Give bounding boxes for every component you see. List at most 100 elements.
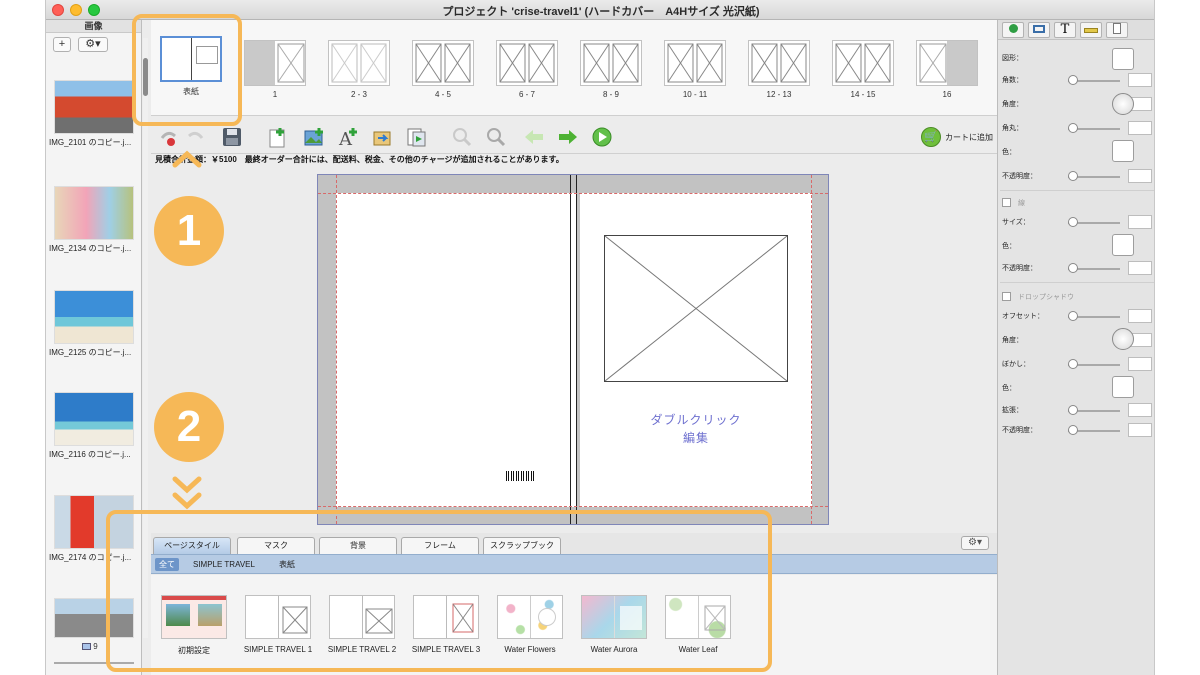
- new-page-icon[interactable]: [267, 126, 289, 148]
- app-window: プロジェクト 'crise-travel1' (ハードカバー A4Hサイズ 光沢…: [45, 0, 1155, 675]
- page-thumb[interactable]: 6 - 7: [491, 40, 563, 110]
- image-item[interactable]: IMG_2134 のコピー.j...: [49, 186, 139, 254]
- undo-icon[interactable]: [157, 126, 179, 148]
- image-item[interactable]: IMG_2101 のコピー.j...: [49, 80, 139, 148]
- page-thumb-cover[interactable]: 表紙: [155, 36, 227, 106]
- filter-all[interactable]: 全て: [155, 558, 179, 571]
- add-image-button[interactable]: +: [53, 37, 71, 52]
- style-item[interactable]: 初期設定: [153, 595, 235, 656]
- page-style-list: 初期設定 SIMPLE TRAVEL 1 SIMPLE TRAVEL 2 SIM…: [151, 575, 997, 675]
- offset-slider-knob[interactable]: [1068, 311, 1078, 321]
- image-gear-button[interactable]: ⚙▾: [78, 37, 108, 52]
- tab-scrapbook[interactable]: スクラップブック: [483, 537, 561, 554]
- tab-background[interactable]: 背景: [319, 537, 397, 554]
- image-count: 9: [82, 642, 98, 651]
- opacity-row: 不透明度：: [1002, 168, 1154, 184]
- opacity-slider-knob[interactable]: [1068, 171, 1078, 181]
- ruler-tab-icon[interactable]: [1080, 22, 1102, 38]
- border-size-slider-knob[interactable]: [1068, 217, 1078, 227]
- redo-icon[interactable]: [185, 126, 207, 148]
- border-color-swatch[interactable]: [1112, 234, 1134, 256]
- image-item[interactable]: IMG_2125 のコピー.j...: [49, 290, 139, 358]
- page-label: 4 - 5: [434, 90, 451, 99]
- filter-cover[interactable]: 表紙: [275, 558, 299, 571]
- zoom-in-icon[interactable]: [485, 126, 507, 148]
- fill-color-swatch[interactable]: [1112, 140, 1134, 162]
- style-item[interactable]: SIMPLE TRAVEL 2: [321, 595, 403, 654]
- scrollbar-thumb[interactable]: [143, 58, 148, 96]
- spread-slider-knob[interactable]: [1068, 405, 1078, 415]
- border-size-input[interactable]: [1128, 215, 1152, 229]
- front-cover-page[interactable]: ダブルクリック 編集: [580, 193, 812, 507]
- style-item[interactable]: SIMPLE TRAVEL 3: [405, 595, 487, 654]
- add-image-icon[interactable]: [303, 126, 325, 148]
- page-strip: 表紙 1 2 - 3 4 - 5 6 - 7 8 - 9 10 - 11 12 …: [151, 20, 997, 116]
- page-label: 14 - 15: [850, 90, 876, 99]
- style-item[interactable]: SIMPLE TRAVEL 1: [237, 595, 319, 654]
- page-thumb[interactable]: 16: [911, 40, 983, 110]
- corners-input[interactable]: [1128, 73, 1152, 87]
- blur-input[interactable]: [1128, 357, 1152, 371]
- blur-slider-knob[interactable]: [1068, 359, 1078, 369]
- border-opacity-row: 不透明度：: [1002, 260, 1154, 276]
- style-item[interactable]: Water Aurora: [573, 595, 655, 654]
- style-item[interactable]: Water Flowers: [489, 595, 571, 654]
- thumbnail-size-slider[interactable]: [54, 662, 134, 664]
- export-icon[interactable]: [371, 126, 393, 148]
- page-thumbnail: [832, 40, 894, 86]
- image-item[interactable]: [49, 598, 139, 638]
- image-item[interactable]: IMG_2174 のコピー.j...: [49, 495, 139, 563]
- placeholder-x-icon: [704, 605, 726, 631]
- corners-slider-knob[interactable]: [1068, 75, 1078, 85]
- photo-frame-placeholder[interactable]: [604, 235, 788, 382]
- divider: [1000, 282, 1154, 283]
- page-thumb[interactable]: 4 - 5: [407, 40, 479, 110]
- play-icon[interactable]: [591, 126, 613, 148]
- border-checkbox[interactable]: [1002, 198, 1011, 207]
- frame-tab-icon[interactable]: [1028, 22, 1050, 38]
- page-thumb[interactable]: 8 - 9: [575, 40, 647, 110]
- tab-frame[interactable]: フレーム: [401, 537, 479, 554]
- zoom-out-icon[interactable]: [451, 126, 473, 148]
- add-to-cart-button[interactable]: 🛒 カートに追加: [921, 127, 993, 147]
- image-item[interactable]: IMG_2116 のコピー.j...: [49, 392, 139, 460]
- style-item[interactable]: Water Leaf: [657, 595, 739, 654]
- tab-page-style[interactable]: ページスタイル: [153, 537, 231, 554]
- shape-picker[interactable]: [1112, 48, 1134, 70]
- image-panel-scrollbar[interactable]: [143, 38, 148, 638]
- roundness-input[interactable]: [1128, 121, 1152, 135]
- border-opacity-input[interactable]: [1128, 261, 1152, 275]
- bleed-guide: [318, 506, 828, 507]
- page-thumb[interactable]: 10 - 11: [659, 40, 731, 110]
- angle-dial[interactable]: [1112, 93, 1134, 115]
- roundness-slider-knob[interactable]: [1068, 123, 1078, 133]
- filter-simple-travel[interactable]: SIMPLE TRAVEL: [189, 558, 259, 571]
- shadow-opacity-input[interactable]: [1128, 423, 1152, 437]
- save-icon[interactable]: [221, 126, 243, 148]
- photo-beach-umbrella-thumbnail: [54, 290, 134, 344]
- forward-arrow-icon[interactable]: [557, 126, 579, 148]
- text-tab-icon[interactable]: T: [1054, 22, 1076, 38]
- page-thumb[interactable]: 14 - 15: [827, 40, 899, 110]
- spread-input[interactable]: [1128, 403, 1152, 417]
- offset-input[interactable]: [1128, 309, 1152, 323]
- border-opacity-slider-knob[interactable]: [1068, 263, 1078, 273]
- opacity-input[interactable]: [1128, 169, 1152, 183]
- shadow-checkbox[interactable]: [1002, 292, 1011, 301]
- shape-tab-icon[interactable]: [1002, 22, 1024, 38]
- tab-mask[interactable]: マスク: [237, 537, 315, 554]
- shadow-angle-dial[interactable]: [1112, 328, 1134, 350]
- page-thumb[interactable]: 1: [239, 40, 311, 110]
- page-spread[interactable]: ダブルクリック 編集: [317, 174, 829, 525]
- page-thumb[interactable]: 12 - 13: [743, 40, 815, 110]
- preview-icon[interactable]: [405, 126, 427, 148]
- add-text-icon[interactable]: A: [337, 126, 359, 148]
- shadow-opacity-slider-knob[interactable]: [1068, 425, 1078, 435]
- back-arrow-icon[interactable]: [523, 126, 545, 148]
- page-tab-icon[interactable]: [1106, 22, 1128, 38]
- back-cover-page[interactable]: [336, 193, 576, 507]
- shadow-color-swatch[interactable]: [1112, 376, 1134, 398]
- style-gear-button[interactable]: ⚙▾: [961, 536, 989, 550]
- page-thumb[interactable]: 2 - 3: [323, 40, 395, 110]
- page-thumbnail: [412, 40, 474, 86]
